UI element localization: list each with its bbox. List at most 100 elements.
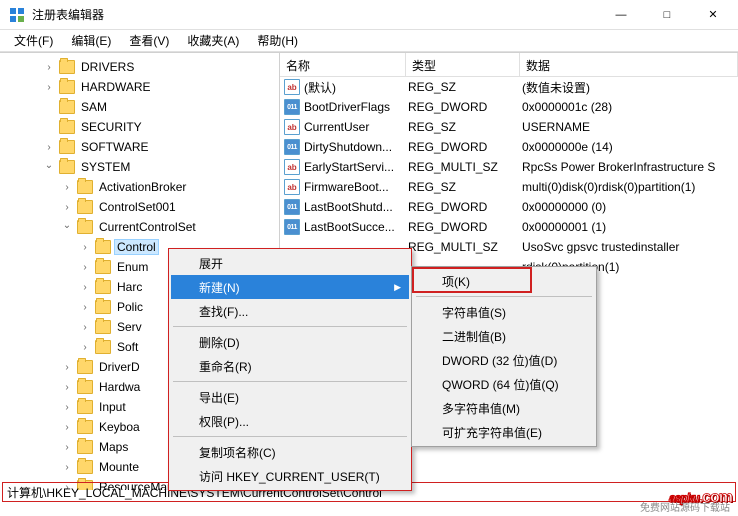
menu-item[interactable]: 字符串值(S) bbox=[414, 300, 594, 324]
tree-item-label: Mounte bbox=[96, 459, 142, 475]
col-type[interactable]: 类型 bbox=[406, 53, 520, 76]
menu-item[interactable]: QWORD (64 位)值(Q) bbox=[414, 372, 594, 396]
menu-view[interactable]: 查看(V) bbox=[121, 30, 177, 51]
tree-expander-icon[interactable]: › bbox=[60, 182, 74, 193]
value-row[interactable]: 011DirtyShutdown...REG_DWORD0x0000000e (… bbox=[280, 137, 738, 157]
tree-expander-icon[interactable]: › bbox=[78, 302, 92, 313]
value-name: FirmwareBoot... bbox=[304, 180, 408, 194]
value-name: EarlyStartServi... bbox=[304, 160, 408, 174]
tree-item-label: ActivationBroker bbox=[96, 179, 189, 195]
tree-item-hardware[interactable]: › HARDWARE bbox=[0, 77, 279, 97]
tree-item-label: Control bbox=[114, 239, 159, 255]
string-value-icon: ab bbox=[284, 119, 300, 135]
folder-icon bbox=[59, 140, 75, 154]
tree-expander-icon[interactable]: › bbox=[78, 282, 92, 293]
menu-item[interactable]: 删除(D) bbox=[171, 330, 409, 354]
value-row[interactable]: 011LastBootSucce...REG_DWORD0x00000001 (… bbox=[280, 217, 738, 237]
value-row[interactable]: 011LastBootShutd...REG_DWORD0x00000000 (… bbox=[280, 197, 738, 217]
value-data: 0x00000001 (1) bbox=[522, 220, 738, 234]
tree-expander-icon[interactable]: › bbox=[42, 142, 56, 153]
menu-edit[interactable]: 编辑(E) bbox=[63, 30, 119, 51]
tree-expander-icon[interactable]: › bbox=[60, 442, 74, 453]
tree-expander-icon[interactable]: › bbox=[78, 242, 92, 253]
folder-icon bbox=[77, 440, 93, 454]
tree-item-label: Enum bbox=[114, 259, 151, 275]
minimize-button[interactable]: — bbox=[598, 0, 644, 30]
string-value-icon: ab bbox=[284, 79, 300, 95]
menu-item[interactable]: 新建(N)▶ bbox=[171, 275, 409, 299]
tree-item-drivers[interactable]: ›DRIVERS bbox=[0, 57, 279, 77]
value-type: REG_DWORD bbox=[408, 140, 522, 154]
value-row[interactable]: abEarlyStartServi...REG_MULTI_SZRpcSs Po… bbox=[280, 157, 738, 177]
folder-icon bbox=[59, 160, 75, 174]
value-row[interactable]: ab(默认)REG_SZ(数值未设置) bbox=[280, 77, 738, 97]
value-data: (数值未设置) bbox=[522, 79, 738, 96]
tree-item-controlset001[interactable]: ›ControlSet001 bbox=[0, 197, 279, 217]
menu-separator bbox=[173, 326, 407, 327]
tree-item-currentcontrolset[interactable]: ⌄CurrentControlSet bbox=[0, 217, 279, 237]
menu-separator bbox=[416, 296, 592, 297]
value-name: BootDriverFlags bbox=[304, 100, 408, 114]
folder-icon bbox=[59, 100, 75, 114]
menu-separator bbox=[173, 436, 407, 437]
tree-item-security[interactable]: SECURITY bbox=[0, 117, 279, 137]
maximize-button[interactable]: □ bbox=[644, 0, 690, 30]
menu-item[interactable]: 二进制值(B) bbox=[414, 324, 594, 348]
menu-file[interactable]: 文件(F) bbox=[6, 30, 61, 51]
tree-item-sam[interactable]: SAM bbox=[0, 97, 279, 117]
menu-item[interactable]: 导出(E) bbox=[171, 385, 409, 409]
menu-item[interactable]: 项(K) bbox=[414, 269, 594, 293]
tree-expander-icon[interactable]: › bbox=[42, 62, 56, 73]
value-name: DirtyShutdown... bbox=[304, 140, 408, 154]
value-row[interactable]: 011BootDriverFlagsREG_DWORD0x0000001c (2… bbox=[280, 97, 738, 117]
tree-expander-icon[interactable]: › bbox=[78, 322, 92, 333]
menu-item[interactable]: 访问 HKEY_CURRENT_USER(T) bbox=[171, 464, 409, 488]
col-data[interactable]: 数据 bbox=[520, 53, 738, 76]
value-name: (默认) bbox=[304, 79, 408, 96]
tree-expander-icon[interactable]: › bbox=[42, 82, 56, 93]
tree-item-label: HARDWARE bbox=[78, 79, 154, 95]
menu-item[interactable]: 重命名(R) bbox=[171, 354, 409, 378]
tree-expander-icon[interactable]: › bbox=[60, 202, 74, 213]
tree-expander-icon[interactable]: › bbox=[78, 342, 92, 353]
value-data: USERNAME bbox=[522, 120, 738, 134]
tree-item-label: SOFTWARE bbox=[78, 139, 152, 155]
tree-item-activationbroker[interactable]: › ActivationBroker bbox=[0, 177, 279, 197]
tree-item-software[interactable]: › SOFTWARE bbox=[0, 137, 279, 157]
menu-item[interactable]: 多字符串值(M) bbox=[414, 396, 594, 420]
value-row[interactable]: abFirmwareBoot...REG_SZmulti(0)disk(0)rd… bbox=[280, 177, 738, 197]
tree-expander-icon[interactable]: › bbox=[78, 262, 92, 273]
folder-icon bbox=[59, 60, 75, 74]
menu-favorites[interactable]: 收藏夹(A) bbox=[179, 30, 247, 51]
tree-item-system[interactable]: ⌄ SYSTEM bbox=[0, 157, 279, 177]
tree-expander-icon[interactable]: › bbox=[60, 382, 74, 393]
value-data: multi(0)disk(0)rdisk(0)partition(1) bbox=[522, 180, 738, 194]
menu-item[interactable]: 查找(F)... bbox=[171, 299, 409, 323]
tree-expander-icon[interactable]: ⌄ bbox=[60, 220, 74, 231]
value-type: REG_DWORD bbox=[408, 200, 522, 214]
tree-expander-icon[interactable]: › bbox=[60, 362, 74, 373]
close-button[interactable]: ✕ bbox=[690, 0, 736, 30]
value-data: UsoSvc gpsvc trustedinstaller bbox=[522, 240, 738, 254]
list-header: 名称 类型 数据 bbox=[280, 53, 738, 77]
menu-item[interactable]: 可扩充字符串值(E) bbox=[414, 420, 594, 444]
value-name: LastBootSucce... bbox=[304, 220, 408, 234]
tree-item-label: Serv bbox=[114, 319, 145, 335]
window-title: 注册表编辑器 bbox=[32, 6, 598, 23]
menu-item[interactable]: 权限(P)... bbox=[171, 409, 409, 433]
folder-icon bbox=[95, 340, 111, 354]
tree-expander-icon[interactable]: › bbox=[60, 422, 74, 433]
menu-item[interactable]: DWORD (32 位)值(D) bbox=[414, 348, 594, 372]
tree-expander-icon[interactable]: › bbox=[60, 402, 74, 413]
tree-item-label: SYSTEM bbox=[78, 159, 133, 175]
tree-expander-icon[interactable]: › bbox=[60, 462, 74, 473]
col-name[interactable]: 名称 bbox=[280, 53, 406, 76]
menu-item[interactable]: 复制项名称(C) bbox=[171, 440, 409, 464]
menu-item[interactable]: 展开 bbox=[171, 251, 409, 275]
value-type: REG_SZ bbox=[408, 120, 522, 134]
tree-expander-icon[interactable]: ⌄ bbox=[42, 160, 56, 171]
menu-help[interactable]: 帮助(H) bbox=[249, 30, 306, 51]
value-type: REG_DWORD bbox=[408, 100, 522, 114]
value-row[interactable]: abCurrentUserREG_SZUSERNAME bbox=[280, 117, 738, 137]
folder-icon bbox=[95, 240, 111, 254]
